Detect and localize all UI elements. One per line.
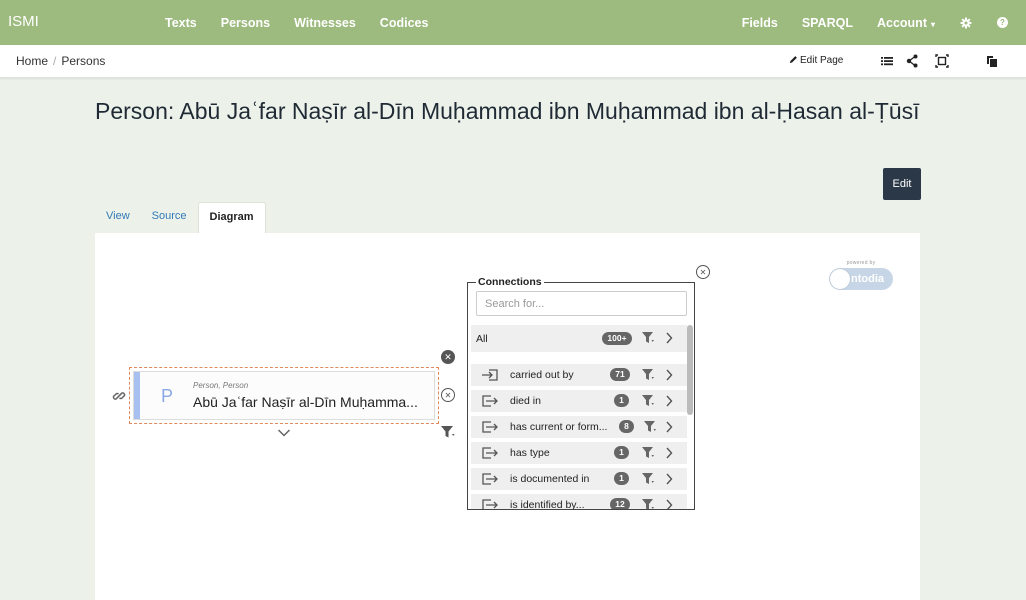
filter-icon[interactable] bbox=[641, 331, 655, 345]
chevron-right-icon[interactable] bbox=[665, 369, 673, 381]
chevron-right-icon[interactable] bbox=[665, 421, 673, 433]
chevron-down-icon[interactable] bbox=[277, 428, 291, 438]
tab-source[interactable]: Source bbox=[141, 202, 198, 234]
node-label: Abū Jaʿfar Naṣīr al-Dīn Muḥamma... bbox=[193, 394, 418, 410]
nav-right: Fields SPARQL Account ▾ ? bbox=[742, 0, 1026, 45]
filter-icon[interactable] bbox=[440, 425, 456, 439]
breadcrumb-home[interactable]: Home bbox=[16, 54, 48, 68]
nav-persons[interactable]: Persons bbox=[221, 16, 270, 30]
connection-count: 1 bbox=[614, 446, 629, 459]
filter-icon[interactable] bbox=[641, 498, 655, 509]
connection-label: is documented in bbox=[510, 473, 590, 485]
node-type-stripe bbox=[134, 372, 140, 419]
connections-search-input[interactable] bbox=[476, 291, 687, 316]
remove-node-icon[interactable]: ✕ bbox=[441, 350, 455, 364]
edit-button[interactable]: Edit bbox=[883, 168, 921, 200]
connection-label: has type bbox=[510, 447, 550, 459]
connection-all[interactable]: All 100+ bbox=[471, 325, 687, 352]
nav-fields[interactable]: Fields bbox=[742, 16, 778, 30]
link-out-icon bbox=[482, 447, 498, 459]
breadcrumb-separator: / bbox=[53, 54, 57, 68]
ontodia-knob bbox=[830, 269, 850, 289]
nav-sparql[interactable]: SPARQL bbox=[802, 16, 853, 30]
pencil-icon bbox=[789, 56, 797, 64]
connection-row[interactable]: carried out by 71 bbox=[471, 364, 687, 386]
chevron-right-icon[interactable] bbox=[665, 499, 673, 509]
filter-icon[interactable] bbox=[643, 420, 657, 434]
filter-icon[interactable] bbox=[641, 472, 655, 486]
filter-icon[interactable] bbox=[641, 446, 655, 460]
edit-page-label: Edit Page bbox=[800, 55, 844, 66]
connection-count: 12 bbox=[610, 498, 630, 509]
connections-title: Connections bbox=[476, 276, 544, 288]
connections-panel: Connections All 100+ carried out by 71 d… bbox=[467, 276, 695, 510]
connection-label: is identified by... bbox=[510, 499, 585, 509]
connection-row[interactable]: is documented in 1 bbox=[471, 468, 687, 490]
link-icon[interactable] bbox=[112, 389, 126, 403]
filter-icon[interactable] bbox=[641, 368, 655, 382]
breadcrumb: Home / Persons bbox=[16, 54, 105, 68]
fit-screen-icon[interactable] bbox=[935, 54, 949, 68]
connection-row[interactable]: has type 1 bbox=[471, 442, 687, 464]
connection-count: 1 bbox=[614, 472, 629, 485]
account-label: Account bbox=[876, 15, 927, 30]
connection-label: has current or form... bbox=[510, 421, 608, 433]
list-icon[interactable] bbox=[880, 54, 894, 68]
edit-page-link[interactable]: Edit Page bbox=[789, 55, 843, 66]
link-out-icon bbox=[482, 395, 498, 407]
person-node[interactable]: P Person, Person Abū Jaʿfar Naṣīr al-Dīn… bbox=[129, 367, 439, 424]
breadcrumb-persons[interactable]: Persons bbox=[61, 54, 105, 68]
help-icon[interactable]: ? bbox=[997, 17, 1008, 28]
connection-row[interactable]: died in 1 bbox=[471, 390, 687, 412]
copy-icon[interactable] bbox=[985, 54, 999, 68]
nav-texts[interactable]: Texts bbox=[165, 16, 197, 30]
page-title: Person: Abū Jaʿfar Naṣīr al-Dīn Muḥammad… bbox=[95, 98, 920, 124]
link-out-icon bbox=[482, 421, 498, 433]
ontodia-logo[interactable]: powered by ntodia bbox=[829, 260, 893, 294]
caret-down-icon: ▾ bbox=[930, 19, 935, 29]
connections-list: All 100+ carried out by 71 died in 1 has… bbox=[471, 325, 687, 509]
connection-label: died in bbox=[510, 395, 541, 407]
graph-icon[interactable] bbox=[905, 54, 919, 68]
tab-diagram[interactable]: Diagram bbox=[197, 202, 266, 235]
link-in-icon bbox=[482, 369, 498, 381]
node-types: Person, Person bbox=[193, 381, 249, 390]
close-panel-icon[interactable]: ✕ bbox=[696, 265, 710, 279]
brand-logo[interactable]: ISMI bbox=[8, 13, 39, 30]
connection-all-count: 100+ bbox=[602, 332, 632, 345]
close-connections-icon[interactable]: ✕ bbox=[441, 388, 455, 402]
filter-icon[interactable] bbox=[641, 394, 655, 408]
powered-by-label: powered by bbox=[846, 260, 876, 266]
nav-witnesses[interactable]: Witnesses bbox=[294, 16, 356, 30]
connection-label: carried out by bbox=[510, 369, 574, 381]
chevron-right-icon[interactable] bbox=[665, 395, 673, 407]
tab-view[interactable]: View bbox=[95, 202, 141, 234]
chevron-right-icon[interactable] bbox=[665, 473, 673, 485]
main-nav: Texts Persons Witnesses Codices bbox=[165, 0, 452, 45]
link-out-icon bbox=[482, 499, 498, 509]
chevron-right-icon[interactable] bbox=[665, 447, 673, 459]
connection-row[interactable]: is identified by... 12 bbox=[471, 494, 687, 509]
ontodia-name: ntodia bbox=[851, 273, 884, 285]
connection-count: 1 bbox=[614, 394, 629, 407]
connection-count: 8 bbox=[619, 420, 634, 433]
connection-count: 71 bbox=[610, 368, 630, 381]
top-navbar: ISMI Texts Persons Witnesses Codices Fie… bbox=[0, 0, 1026, 45]
connection-row[interactable]: has current or form... 8 bbox=[471, 416, 687, 438]
view-tabs: View Source Diagram bbox=[95, 201, 266, 235]
nav-codices[interactable]: Codices bbox=[380, 16, 429, 30]
ontodia-pill: ntodia bbox=[829, 268, 893, 290]
node-type-letter: P bbox=[161, 386, 174, 406]
gear-icon[interactable] bbox=[959, 16, 973, 30]
link-out-icon bbox=[482, 473, 498, 485]
breadcrumb-bar: Home / Persons Edit Page bbox=[0, 45, 1026, 78]
connection-all-label: All bbox=[476, 333, 488, 345]
chevron-right-icon[interactable] bbox=[665, 332, 673, 344]
person-node-body: P Person, Person Abū Jaʿfar Naṣīr al-Dīn… bbox=[133, 371, 435, 420]
connections-scrollbar[interactable] bbox=[687, 325, 693, 415]
nav-account[interactable]: Account ▾ bbox=[877, 16, 935, 30]
